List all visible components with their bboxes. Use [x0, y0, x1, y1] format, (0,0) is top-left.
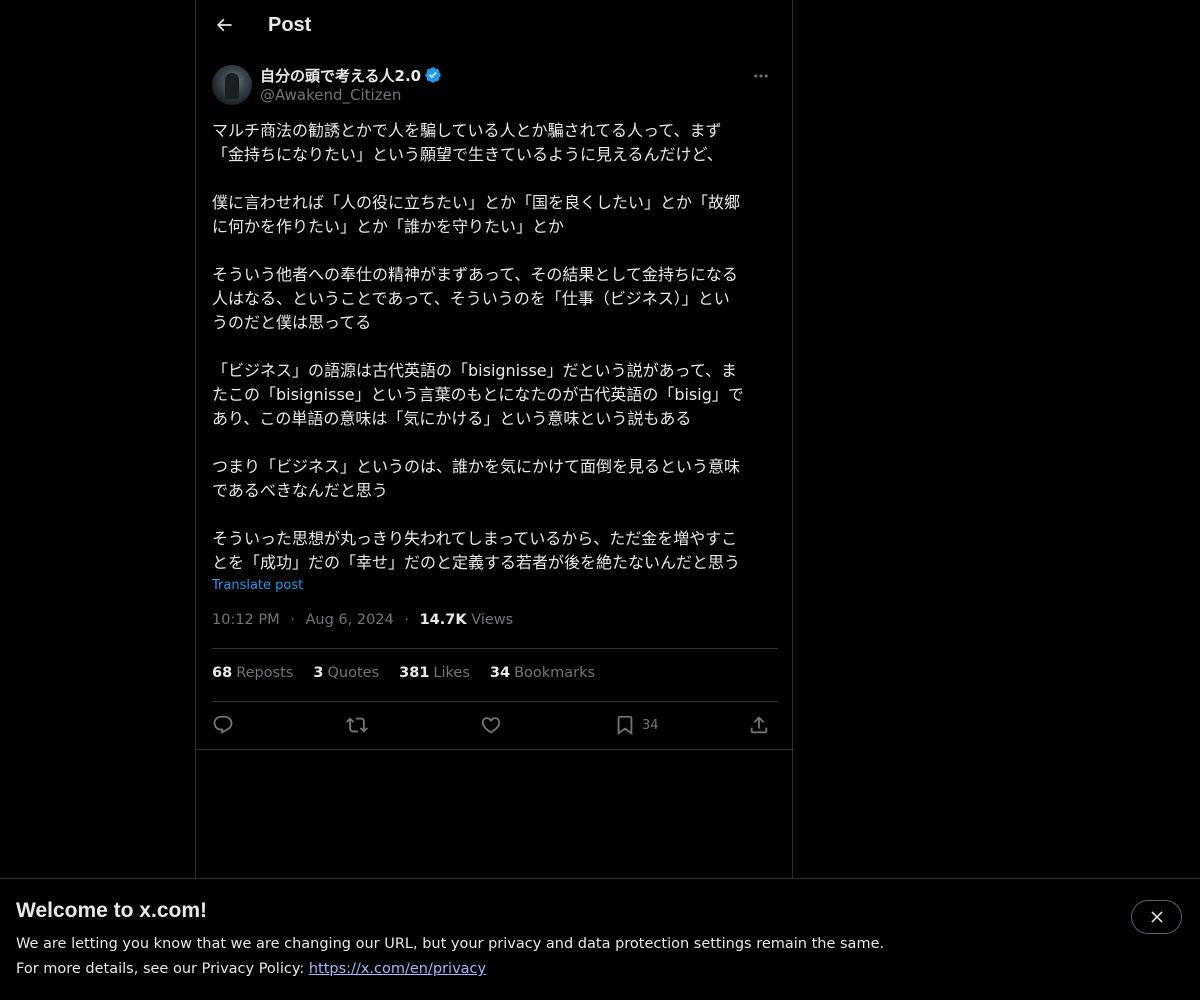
meta-separator: ·: [404, 612, 409, 628]
more-options-button[interactable]: [744, 64, 778, 88]
reposts-stat[interactable]: 68 Reposts: [212, 665, 293, 687]
primary-column: Post 自分の頭で考える人2.0 @Awakend_Citizen マルチ商法…: [195, 0, 794, 1000]
back-button[interactable]: [206, 7, 242, 43]
tweet-paragraph: そういった思想が丸っきり失われてしまっているから、ただ金を増やすこ とを「成功」…: [212, 529, 741, 572]
header: Post: [196, 0, 794, 53]
tweet-meta: 10:12 PM · Aug 6, 2024 · 14.7K Views: [212, 612, 513, 628]
reply-icon: [213, 715, 233, 734]
tweet-paragraph: つまり「ビジネス」というのは、誰かを気にかけて面倒を見るという意味 であるべきな…: [212, 457, 741, 500]
welcome-banner: Welcome to x.com! We are letting you kno…: [0, 878, 1200, 1000]
reposts-count: 68: [212, 665, 233, 681]
quotes-stat[interactable]: 3 Quotes: [313, 665, 379, 687]
author-row: 自分の頭で考える人2.0 @Awakend_Citizen: [212, 64, 778, 108]
translate-post-link[interactable]: Translate post: [212, 578, 303, 593]
back-arrow-icon: [216, 18, 232, 32]
avatar[interactable]: [212, 65, 252, 105]
repost-button[interactable]: [346, 708, 368, 742]
avatar-statue-image: [225, 73, 239, 99]
tweet-paragraph: 僕に言わせれば「人の役に立ちたい」とか「国を良くしたい」とか「故郷 に何かを作り…: [212, 193, 741, 236]
divider: [212, 648, 778, 649]
quotes-count: 3: [313, 665, 324, 681]
tweet-date[interactable]: Aug 6, 2024: [305, 612, 393, 628]
tweet-text: マルチ商法の勧誘とかで人を騙している人とか騙されてる人って、まず 「金持ちになり…: [212, 119, 780, 575]
author-display-name[interactable]: 自分の頭で考える人2.0: [260, 65, 442, 86]
bookmark-icon: [617, 715, 633, 736]
likes-count: 381: [399, 665, 430, 681]
like-icon: [481, 717, 501, 734]
action-bar: 34: [212, 708, 778, 742]
author-name-text: 自分の頭で考える人2.0: [260, 67, 422, 85]
tweet-paragraph: マルチ商法の勧誘とかで人を騙している人とか騙されてる人って、まず 「金持ちになり…: [212, 121, 723, 164]
bookmark-count: 34: [642, 717, 659, 733]
likes-stat[interactable]: 381 Likes: [399, 665, 470, 687]
bookmark-button[interactable]: 34: [614, 708, 659, 742]
share-button[interactable]: [748, 708, 770, 742]
bookmarks-label: Bookmarks: [514, 665, 596, 681]
verified-badge-icon: [425, 67, 441, 83]
page-title: Post: [268, 14, 312, 36]
share-icon: [750, 716, 768, 734]
likes-label: Likes: [433, 665, 470, 681]
close-banner-button[interactable]: [1131, 900, 1182, 934]
divider: [212, 701, 778, 702]
close-icon: [1150, 911, 1163, 923]
privacy-policy-link[interactable]: https://x.com/en/privacy: [309, 961, 486, 977]
bookmarks-stat[interactable]: 34 Bookmarks: [490, 665, 595, 687]
tweet-time[interactable]: 10:12 PM: [212, 612, 280, 628]
reply-button[interactable]: [212, 708, 234, 742]
tweet-paragraph: そういう他者への奉仕の精神がまずあって、その結果として金持ちになる 人はなる、と…: [212, 265, 738, 332]
banner-message: We are letting you know that we are chan…: [16, 936, 885, 952]
like-button[interactable]: [480, 708, 502, 742]
bookmarks-count: 34: [489, 665, 511, 681]
banner-title: Welcome to x.com!: [16, 899, 207, 922]
tweet-paragraph: 「ビジネス」の語源は古代英語の「bisignisse」だという説があって、ま た…: [212, 361, 744, 428]
meta-separator: ·: [290, 612, 295, 628]
banner-privacy-prefix: For more details, see our Privacy Policy…: [16, 961, 309, 977]
author-handle[interactable]: @Awakend_Citizen: [260, 86, 401, 104]
quotes-label: Quotes: [327, 665, 380, 681]
views-label: Views: [471, 612, 514, 628]
repost-icon: [346, 717, 368, 733]
stats-row: 68 Reposts 3 Quotes 381 Likes 34 Bookmarks: [212, 665, 595, 687]
views-count: 14.7K: [419, 612, 467, 628]
reposts-label: Reposts: [236, 665, 294, 681]
banner-privacy-line: For more details, see our Privacy Policy…: [16, 961, 486, 977]
more-options-icon: [754, 74, 768, 78]
divider: [196, 749, 794, 750]
